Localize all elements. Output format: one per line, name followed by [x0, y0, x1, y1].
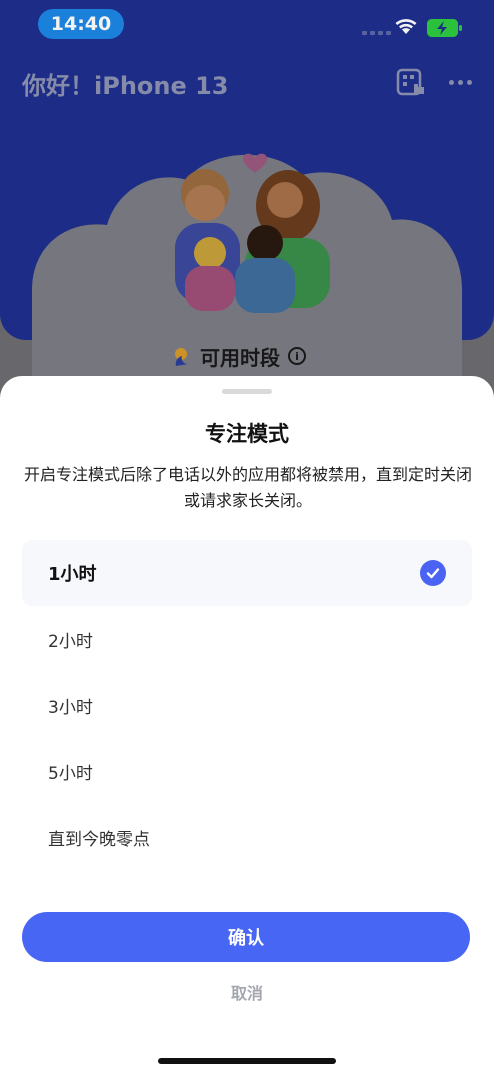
option-label: 2小时: [48, 631, 93, 652]
option-2-hours[interactable]: 2小时: [22, 606, 472, 672]
option-until-midnight[interactable]: 直到今晚零点: [22, 804, 472, 870]
home-indicator: [158, 1058, 336, 1064]
screen: 14:40 你好！iPhone 13 可用时段 i 专注模式 开启专注模式后除了…: [0, 0, 494, 1071]
option-label: 直到今晚零点: [48, 829, 150, 850]
option-label: 1小时: [48, 564, 97, 585]
option-label: 5小时: [48, 763, 93, 784]
option-3-hours[interactable]: 3小时: [22, 672, 472, 738]
sheet-handle[interactable]: [222, 389, 272, 394]
focus-mode-sheet: 专注模式 开启专注模式后除了电话以外的应用都将被禁用，直到定时关闭或请求家长关闭…: [0, 376, 494, 1071]
sheet-title: 专注模式: [205, 422, 289, 446]
sheet-description: 开启专注模式后除了电话以外的应用都将被禁用，直到定时关闭或请求家长关闭。: [23, 465, 472, 510]
cancel-button[interactable]: 取消: [0, 980, 494, 1004]
check-icon: [420, 560, 446, 586]
option-label: 3小时: [48, 697, 93, 718]
confirm-button[interactable]: 确认: [22, 912, 470, 962]
option-1-hour[interactable]: 1小时: [22, 540, 472, 606]
duration-options: 1小时 2小时 3小时 5小时 直到今晚零点: [22, 540, 472, 870]
option-5-hours[interactable]: 5小时: [22, 738, 472, 804]
